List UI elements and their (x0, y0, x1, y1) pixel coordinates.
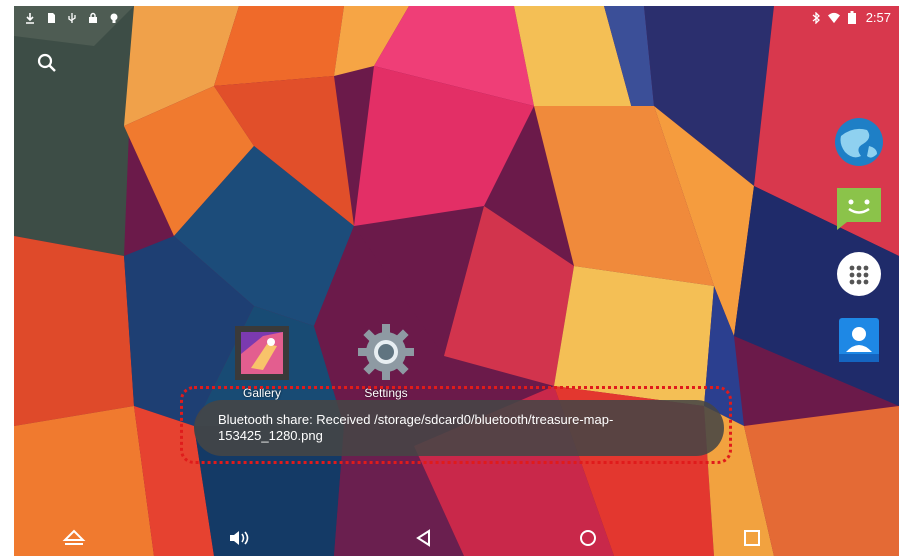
status-left-icons (24, 12, 120, 24)
home-icon[interactable] (576, 526, 600, 550)
wallpaper (14, 6, 899, 556)
status-bar: 2:57 (14, 6, 899, 30)
usb-icon (66, 12, 78, 24)
message-smile-icon (837, 188, 881, 230)
app-drawer-button[interactable] (833, 248, 885, 300)
gallery-label: Gallery (242, 386, 281, 400)
download-icon (24, 12, 36, 24)
globe-icon (835, 118, 883, 166)
gallery-icon (235, 326, 289, 380)
sd-card-icon (45, 12, 57, 24)
android-screen: 2:57 Gallery Settings Bluetooth share: R… (14, 6, 899, 556)
status-right: 2:57 (810, 10, 891, 25)
app-drawer-icon (837, 252, 881, 296)
navigation-bar (14, 514, 899, 556)
messaging-shortcut[interactable] (833, 182, 885, 234)
wifi-icon (827, 12, 840, 24)
settings-app[interactable]: Settings (346, 322, 426, 400)
eject-icon[interactable] (62, 526, 86, 550)
gear-icon (358, 324, 414, 380)
battery-icon (846, 11, 858, 24)
bluetooth-toast: Bluetooth share: Received /storage/sdcar… (194, 400, 724, 456)
settings-label: Settings (364, 386, 408, 400)
bulb-icon (108, 12, 120, 24)
status-time: 2:57 (865, 10, 891, 25)
volume-icon[interactable] (228, 526, 252, 550)
back-icon[interactable] (412, 526, 436, 550)
lock-icon (87, 12, 99, 24)
gallery-app[interactable]: Gallery (222, 324, 302, 400)
browser-shortcut[interactable] (833, 116, 885, 168)
recents-icon[interactable] (740, 526, 764, 550)
search-icon[interactable] (36, 52, 58, 74)
bluetooth-icon (810, 11, 822, 24)
contacts-icon (839, 318, 879, 362)
favorites-dock (831, 116, 887, 366)
toast-message: Bluetooth share: Received /storage/sdcar… (218, 412, 614, 443)
contacts-shortcut[interactable] (833, 314, 885, 366)
